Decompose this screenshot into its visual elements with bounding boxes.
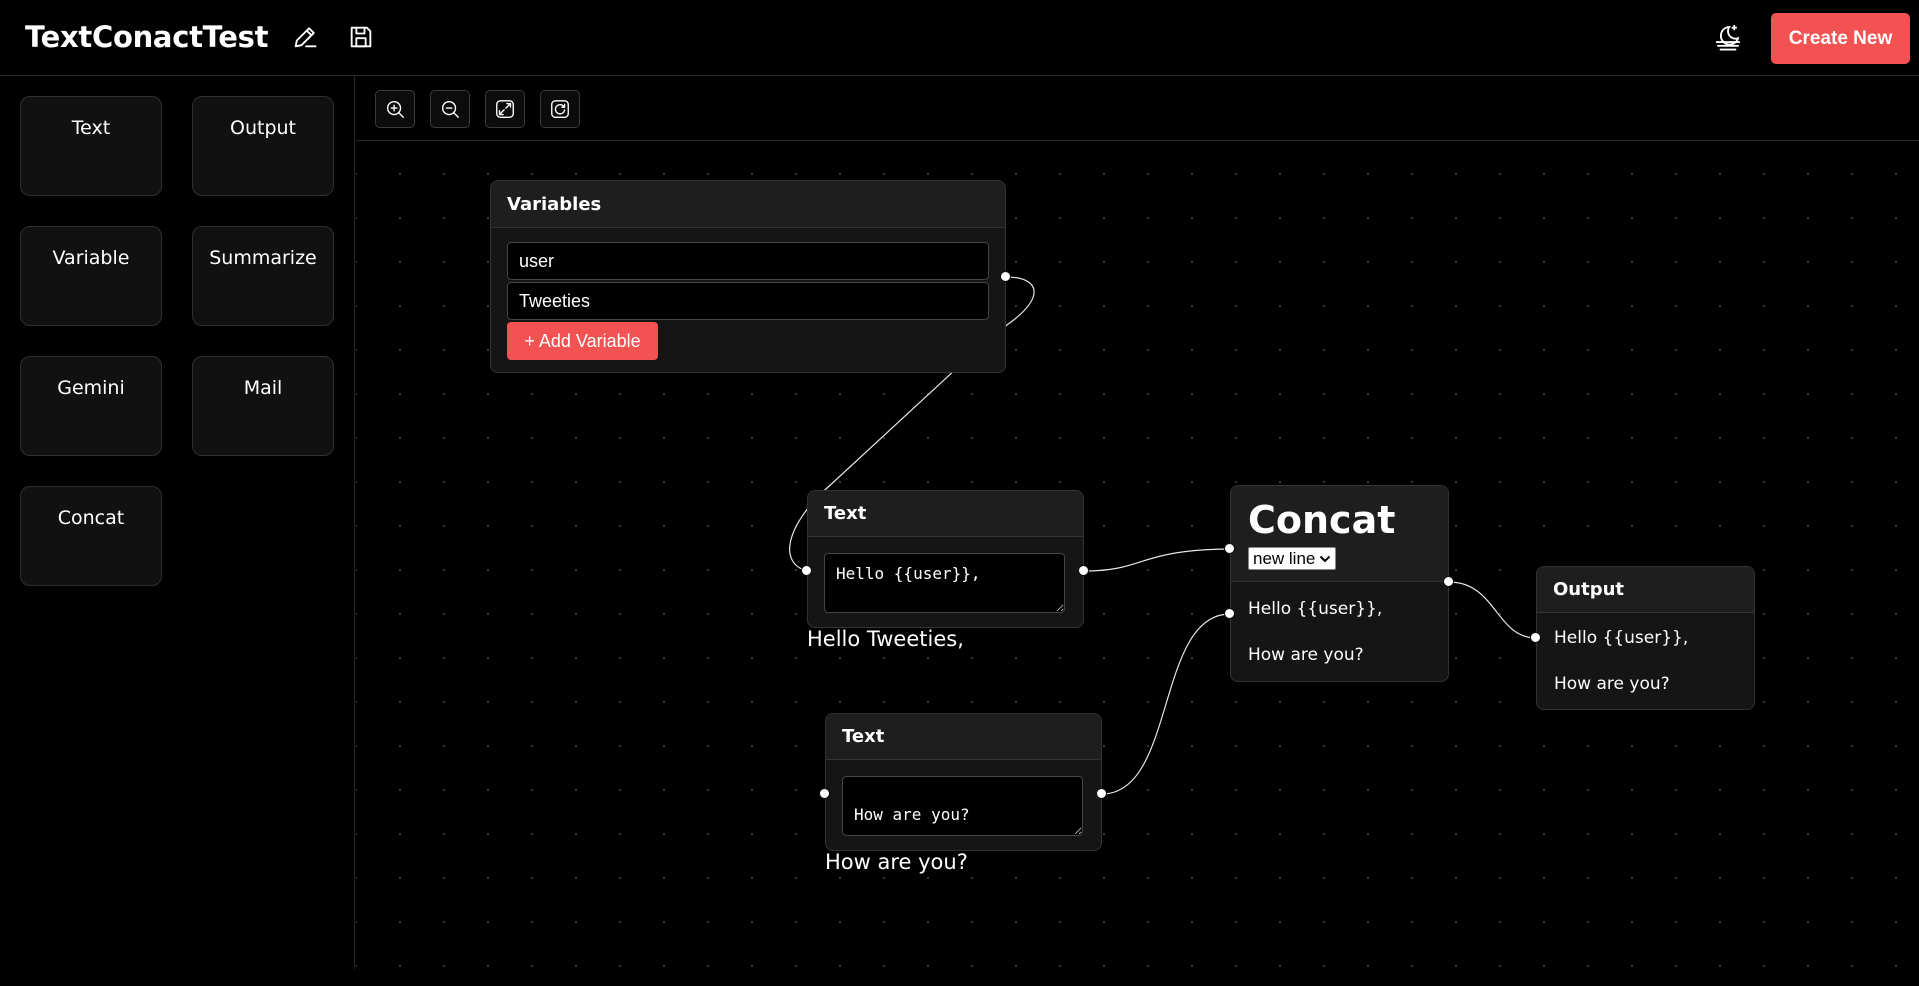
edge-text1-to-concat (1083, 548, 1231, 572)
workflow-title: TextConactTest (25, 20, 269, 54)
output-input-handle[interactable] (1530, 632, 1541, 643)
edge-concat-to-output (1448, 581, 1537, 639)
variables-node[interactable]: Variables + Add Variable (490, 180, 1006, 373)
concat-node-header: Concat new line (1231, 486, 1448, 582)
palette-item-variable[interactable]: Variable (20, 226, 162, 326)
palette-item-mail[interactable]: Mail (192, 356, 334, 456)
variable-input-tweeties[interactable] (507, 282, 989, 320)
theme-toggle-icon[interactable] (1711, 20, 1745, 54)
text-node-1-title: Text (808, 491, 1083, 537)
fit-view-icon (496, 100, 514, 118)
text-node-1-textarea[interactable]: Hello {{user}}, (824, 553, 1065, 613)
zoom-out-button[interactable] (430, 90, 470, 128)
concat-node[interactable]: Concat new line Hello {{user}}, How are … (1230, 485, 1449, 682)
text-node-2-input-handle[interactable] (819, 788, 830, 799)
concat-output-line-1: Hello {{user}}, (1248, 599, 1383, 619)
text-node-2-preview: How are you? (825, 850, 968, 874)
pencil-icon[interactable] (288, 20, 322, 54)
separator-select[interactable]: new line (1248, 547, 1337, 570)
palette-item-summarize[interactable]: Summarize (192, 226, 334, 326)
node-palette: Text Output Variable Summarize Gemini Ma… (0, 76, 355, 969)
text-node-2-output-handle[interactable] (1096, 788, 1107, 799)
separator-select-value: new line (1253, 548, 1316, 568)
flow-canvas[interactable]: Variables + Add Variable Text Hello {{us… (356, 142, 1919, 969)
variables-output-handle[interactable] (1000, 271, 1011, 282)
palette-item-gemini[interactable]: Gemini (20, 356, 162, 456)
output-line-2: How are you? (1554, 674, 1670, 694)
output-line-1: Hello {{user}}, (1554, 628, 1689, 648)
zoom-in-button[interactable] (375, 90, 415, 128)
create-new-button[interactable]: Create New (1771, 13, 1910, 64)
text-node-1[interactable]: Text Hello {{user}}, (807, 490, 1084, 628)
text-node-2[interactable]: Text How are you? (825, 713, 1102, 851)
output-node[interactable]: Output Hello {{user}}, How are you? (1536, 566, 1755, 710)
concat-output-handle[interactable] (1443, 576, 1454, 587)
concat-input-handle-2[interactable] (1224, 608, 1235, 619)
concat-output-line-2: How are you? (1248, 645, 1364, 665)
text-node-1-output-handle[interactable] (1078, 565, 1089, 576)
canvas-toolbar (356, 76, 1919, 141)
output-node-title: Output (1537, 567, 1754, 613)
text-node-1-preview: Hello Tweeties, (807, 627, 964, 651)
save-icon[interactable] (344, 20, 378, 54)
reset-view-button[interactable] (540, 90, 580, 128)
variable-input-user[interactable] (507, 242, 989, 280)
palette-item-output[interactable]: Output (192, 96, 334, 196)
text-node-2-textarea[interactable]: How are you? (842, 776, 1083, 836)
text-node-2-title: Text (826, 714, 1101, 760)
variables-node-title: Variables (491, 181, 1005, 228)
text-node-1-input-handle[interactable] (801, 565, 812, 576)
fit-view-button[interactable] (485, 90, 525, 128)
reset-view-icon (551, 100, 569, 118)
palette-item-concat[interactable]: Concat (20, 486, 162, 586)
app-header: TextConactTest Create New (0, 0, 1919, 76)
concat-node-title: Concat (1248, 498, 1396, 542)
add-variable-button[interactable]: + Add Variable (507, 322, 658, 360)
edge-text2-to-concat (1101, 613, 1231, 795)
zoom-out-icon (441, 100, 459, 118)
palette-item-text[interactable]: Text (20, 96, 162, 196)
concat-input-handle-1[interactable] (1224, 543, 1235, 554)
chevron-down-icon (1320, 555, 1331, 562)
zoom-in-icon (386, 100, 404, 118)
